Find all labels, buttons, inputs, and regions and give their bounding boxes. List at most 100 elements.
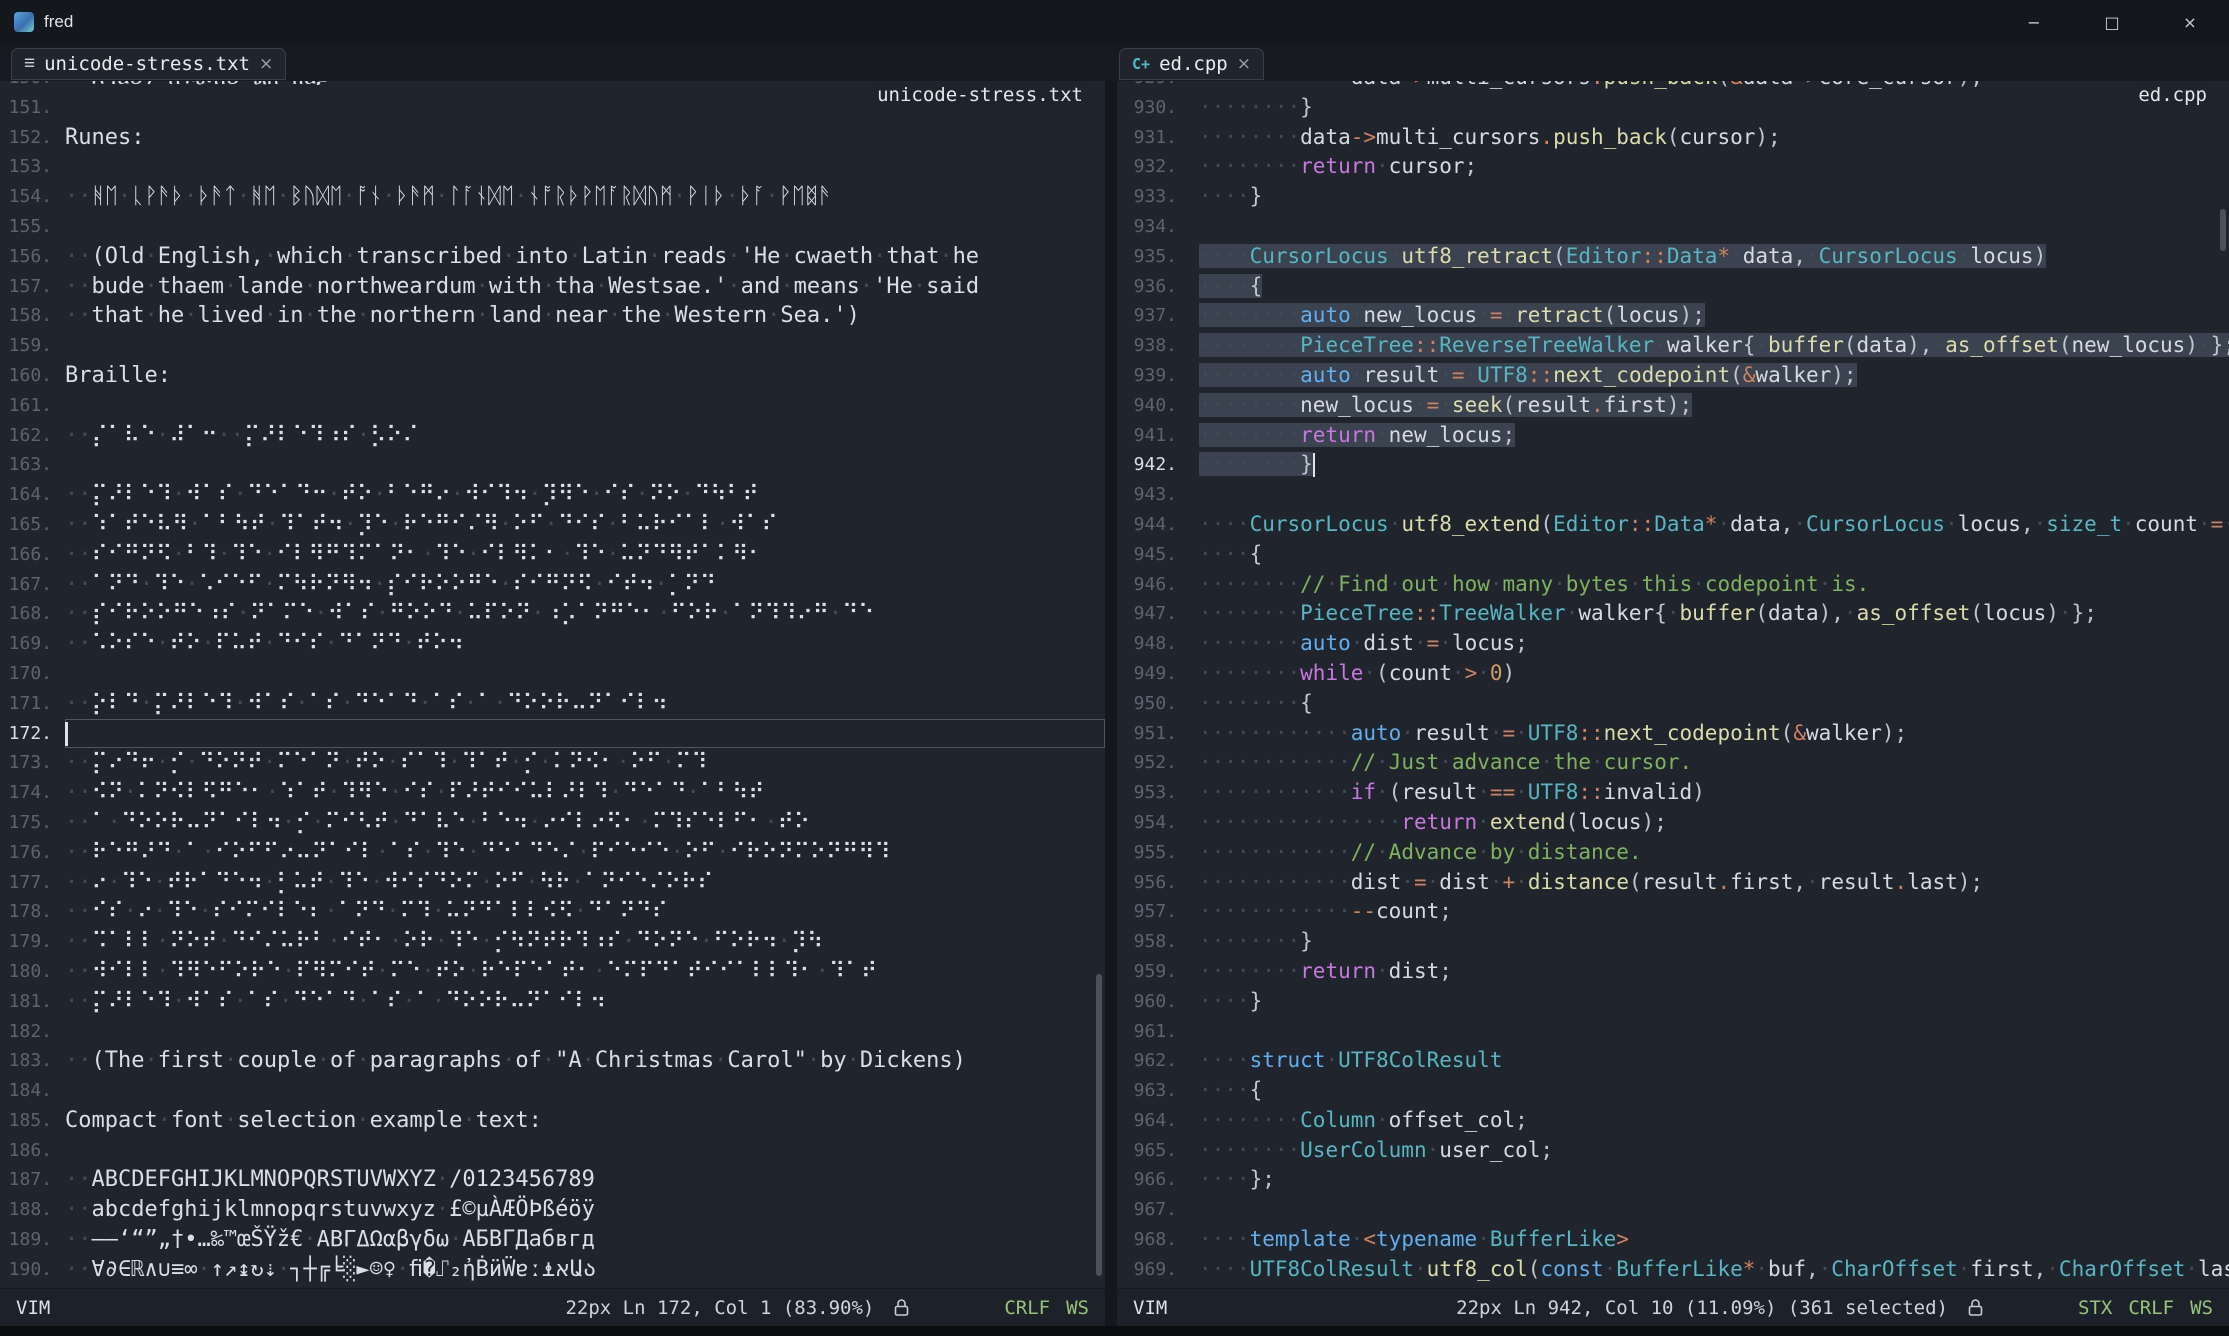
line-text[interactable]: ············data->multi_cursors.push_bac… (1199, 81, 2229, 93)
text-editor-right[interactable]: 929.············data->multi_cursors.push… (1117, 81, 2229, 1288)
code-line[interactable]: 939.········auto·result·=·UTF8::next_cod… (1117, 361, 2229, 391)
code-line[interactable]: 181.··⡍⠜⠇⠑⠹·⠺⠁⠎·⠁⠎·⠙⠑⠁⠙·⠁⠎·⠁·⠙⠕⠕⠗⠤⠝⠁⠊⠇⠲ (0, 987, 1105, 1017)
line-text[interactable]: ··(The·first·couple·of·paragraphs·of·"A·… (65, 1046, 1105, 1076)
minimize-button[interactable]: − (1995, 0, 2073, 44)
tab-unicode-stress-txt[interactable]: ≡ unicode-stress.txt × (11, 48, 286, 80)
code-line[interactable]: 179.··⠩⠁⠇⠇·⠝⠕⠞·⠙⠊⠌⠥⠗⠃·⠊⠞⠂·⠕⠗·⠹⠑·⡊⠳⠝⠞⠗⠹⠰⠎… (0, 927, 1105, 957)
line-text[interactable] (65, 331, 1105, 361)
line-text[interactable]: ····UTF8ColResult·utf8_col(const·BufferL… (1199, 1255, 2229, 1285)
code-line[interactable]: 152.Runes: (0, 123, 1105, 153)
code-line[interactable]: 956.············dist·=·dist·+·distance(r… (1117, 868, 2229, 898)
line-text[interactable]: ········auto·dist·=·locus; (1199, 629, 2229, 659)
line-text[interactable]: ··that·he·lived·in·the·northern·land·nea… (65, 301, 1105, 331)
vim-mode-indicator[interactable]: VIM (16, 1297, 50, 1319)
line-text[interactable]: ····} (1199, 987, 2229, 1017)
code-line[interactable]: 166.··⠎⠊⠛⠝⠫·⠃⠹·⠹⠑·⠊⠇⠻⠛⠹⠍⠁⠝⠂·⠹⠑·⠊⠇⠻⠅⠂·⠹⠑·… (0, 540, 1105, 570)
line-text[interactable]: ········auto·new_locus·=·retract(locus); (1199, 301, 2229, 331)
line-text[interactable]: ····{ (1199, 272, 2229, 302)
code-line[interactable]: 946.········//·Find·out·how·many·bytes·t… (1117, 570, 2229, 600)
line-text[interactable]: Compact·font·selection·example·text: (65, 1106, 1105, 1136)
line-text[interactable]: ····CursorLocus·utf8_retract(Editor::Dat… (1199, 242, 2229, 272)
line-text[interactable]: ········PieceTree::ReverseTreeWalker·wal… (1199, 331, 2229, 361)
line-text[interactable] (1199, 1195, 2229, 1225)
line-text[interactable]: ····{ (1199, 1076, 2229, 1106)
code-line[interactable]: 944.····CursorLocus·utf8_extend(Editor::… (1117, 510, 2229, 540)
code-line[interactable]: 175.··⠁·⠙⠕⠕⠗⠤⠝⠁⠊⠇⠲·⡊·⠍⠊⠣⠞·⠙⠁⠧⠑·⠃⠑⠲·⠔⠊⠇⠔⠫… (0, 808, 1105, 838)
code-line[interactable]: 186. (0, 1136, 1105, 1166)
code-line[interactable]: 177.··⠔·⠹⠑·⠞⠗⠁⠙⠑⠲·⡃⠥⠞·⠹⠑·⠺⠊⠎⠙⠕⠍·⠕⠋·⠳⠗·⠁⠝… (0, 868, 1105, 898)
code-line[interactable]: 955.············//·Advance·by·distance. (1117, 838, 2229, 868)
code-line[interactable]: 171.··⡕⠇⠙·⡍⠜⠇⠑⠹·⠺⠁⠎·⠁⠎·⠙⠑⠁⠙·⠁⠎·⠁·⠙⠕⠕⠗⠤⠝⠁… (0, 689, 1105, 719)
code-line[interactable]: 158.··that·he·lived·in·the·northern·land… (0, 301, 1105, 331)
code-line[interactable]: 941.········return·new_locus; (1117, 421, 2229, 451)
line-text[interactable]: ········return·new_locus; (1199, 421, 2229, 451)
line-text[interactable]: ········} (1199, 93, 2229, 123)
scrollbar-thumb[interactable] (2220, 209, 2226, 251)
line-text[interactable]: ········data->multi_cursors.push_back(cu… (1199, 123, 2229, 153)
code-line[interactable]: 937.········auto·new_locus·=·retract(loc… (1117, 301, 2229, 331)
code-line[interactable]: 959.········return·dist; (1117, 957, 2229, 987)
code-line[interactable]: 947.········PieceTree::TreeWalker·walker… (1117, 599, 2229, 629)
code-line[interactable]: 154.··ᚻᛖ·ᚳᚹᚫᚦ·ᚦᚫᛏ·ᚻᛖ·ᛒᚢᛞᛖ·ᚩᚾ·ᚦᚫᛗ·ᛚᚪᚾᛞᛖ·ᚾ… (0, 182, 1105, 212)
code-line[interactable]: 951.············auto·result·=·UTF8::next… (1117, 719, 2229, 749)
line-text[interactable]: ················return·extend(locus); (1199, 808, 2229, 838)
line-text[interactable]: ··–—‘“”„†•…‰™œŠŸž€·ΑΒΓΔΩαβγδω·АБВГДабвгд (65, 1225, 1105, 1255)
line-text[interactable]: ········return·dist; (1199, 957, 2229, 987)
tab-ed-cpp[interactable]: C+ ed.cpp × (1119, 48, 1264, 80)
line-text[interactable] (1199, 212, 2229, 242)
eol-indicator[interactable]: CRLF (2128, 1297, 2174, 1319)
line-text[interactable]: ····template·<typename·BufferLike> (1199, 1225, 2229, 1255)
line-text[interactable]: ············--count; (1199, 897, 2229, 927)
code-line[interactable]: 957.············--count; (1117, 897, 2229, 927)
syntax-indicator[interactable]: STX (2078, 1297, 2112, 1319)
line-text[interactable] (65, 1017, 1105, 1047)
eol-indicator[interactable]: CRLF (1004, 1297, 1050, 1319)
line-text[interactable]: ··⠁·⠙⠕⠕⠗⠤⠝⠁⠊⠇⠲·⡊·⠍⠊⠣⠞·⠙⠁⠧⠑·⠃⠑⠲·⠔⠊⠇⠔⠫⠂·⠍⠹… (65, 808, 1105, 838)
code-line[interactable]: 961. (1117, 1017, 2229, 1047)
code-line[interactable]: 950.········{ (1117, 689, 2229, 719)
code-line[interactable]: 964.········Column·offset_col; (1117, 1106, 2229, 1136)
whitespace-indicator[interactable]: WS (1066, 1297, 1089, 1319)
code-line[interactable]: 155. (0, 212, 1105, 242)
code-line[interactable]: 156.··(Old·English,·which·transcribed·in… (0, 242, 1105, 272)
code-line[interactable]: 938.········PieceTree::ReverseTreeWalker… (1117, 331, 2229, 361)
line-text[interactable]: ··bude·thaem·lande·northweardum·with·tha… (65, 272, 1105, 302)
line-text[interactable]: ··ᚻᛖ·ᚳᚹᚫᚦ·ᚦᚫᛏ·ᚻᛖ·ᛒᚢᛞᛖ·ᚩᚾ·ᚦᚫᛗ·ᛚᚪᚾᛞᛖ·ᚾᚩᚱᚦᚹ… (65, 182, 1105, 212)
line-text[interactable]: ············dist·=·dist·+·distance(resul… (1199, 868, 2229, 898)
code-line[interactable]: 187.··ABCDEFGHIJKLMNOPQRSTUVWXYZ·/012345… (0, 1165, 1105, 1195)
code-line[interactable]: 932.········return·cursor; (1117, 152, 2229, 182)
scrollbar-thumb[interactable] (1096, 974, 1102, 1276)
code-line[interactable]: 929.············data->multi_cursors.push… (1117, 81, 2229, 93)
code-line[interactable]: 180.··⠺⠊⠇⠇·⠹⠻⠑⠋⠕⠗⠑·⠏⠻⠍⠊⠞·⠍⠑·⠞⠕·⠗⠑⠏⠑⠁⠞⠂·⠑… (0, 957, 1105, 987)
code-line[interactable]: 190.··∀∂∈ℝ∧∪≡∞·↑↗↨↻⇣·┐┼╔╘░►☺♀·ﬁ�⑀₂ἠḂӥẄɐː… (0, 1255, 1105, 1285)
line-text[interactable]: ····struct·UTF8ColResult (1199, 1046, 2229, 1076)
lock-icon[interactable] (894, 1299, 909, 1317)
scrollbar[interactable] (2217, 81, 2229, 1288)
close-button[interactable]: × (2151, 0, 2229, 44)
line-text[interactable]: ····{ (1199, 540, 2229, 570)
code-line[interactable]: 165.··⠱⠁⠞⠑⠧⠻·⠁⠃⠳⠞·⠹⠁⠞⠲·⡹⠑·⠗⠑⠛⠊⠌⠻·⠕⠋·⠙⠊⠎·… (0, 510, 1105, 540)
code-line[interactable]: 940.········new_locus·=·seek(result.firs… (1117, 391, 2229, 421)
line-text[interactable]: ············auto·result·=·UTF8::next_cod… (1199, 719, 2229, 749)
whitespace-indicator[interactable]: WS (2190, 1297, 2213, 1319)
line-text[interactable]: ········PieceTree::TreeWalker·walker{·bu… (1199, 599, 2229, 629)
line-text[interactable]: ··⠪⠝·⠅⠝⠪⠇⠫⠛⠑⠂·⠱⠁⠞·⠹⠻⠑·⠊⠎·⠏⠜⠞⠊⠊⠥⠇⠜⠇⠹·⠙⠑⠁⠙… (65, 778, 1105, 808)
line-text[interactable] (65, 212, 1105, 242)
line-text[interactable]: ··⠱⠁⠞⠑⠧⠻·⠁⠃⠳⠞·⠹⠁⠞⠲·⡹⠑·⠗⠑⠛⠊⠌⠻·⠕⠋·⠙⠊⠎·⠃⠥⠗⠊… (65, 510, 1105, 540)
line-text[interactable]: Runes: (65, 123, 1105, 153)
line-text[interactable]: ··⡕⠇⠙·⡍⠜⠇⠑⠹·⠺⠁⠎·⠁⠎·⠙⠑⠁⠙·⠁⠎·⠁·⠙⠕⠕⠗⠤⠝⠁⠊⠇⠲ (65, 689, 1105, 719)
code-line[interactable]: 930.········} (1117, 93, 2229, 123)
code-line[interactable]: 969.····UTF8ColResult·utf8_col(const·Buf… (1117, 1255, 2229, 1285)
line-text[interactable] (1199, 480, 2229, 510)
code-line[interactable]: 945.····{ (1117, 540, 2229, 570)
code-line[interactable]: 966.····}; (1117, 1165, 2229, 1195)
code-line[interactable]: 934. (1117, 212, 2229, 242)
line-text[interactable]: ········auto·result·=·UTF8::next_codepoi… (1199, 361, 2229, 391)
vim-mode-indicator[interactable]: VIM (1133, 1297, 1167, 1319)
code-line[interactable]: 167.··⠁⠝⠙·⠹⠑·⠡⠊⠑⠋·⠍⠳⠗⠝⠻⠲·⡎⠊⠗⠕⠕⠛⠑·⠎⠊⠛⠝⠫·⠊… (0, 570, 1105, 600)
line-text[interactable]: ········new_locus·=·seek(result.first); (1199, 391, 2229, 421)
line-text[interactable] (65, 1076, 1105, 1106)
line-text[interactable] (65, 450, 1105, 480)
line-text[interactable]: ··⡍⠜⠇⠑⠹·⠺⠁⠎·⠁⠎·⠙⠑⠁⠙·⠁⠎·⠁·⠙⠕⠕⠗⠤⠝⠁⠊⠇⠲ (65, 987, 1105, 1017)
code-line[interactable]: 188.··abcdefghijklmnopqrstuvwxyz·£©µÀÆÖÞ… (0, 1195, 1105, 1225)
